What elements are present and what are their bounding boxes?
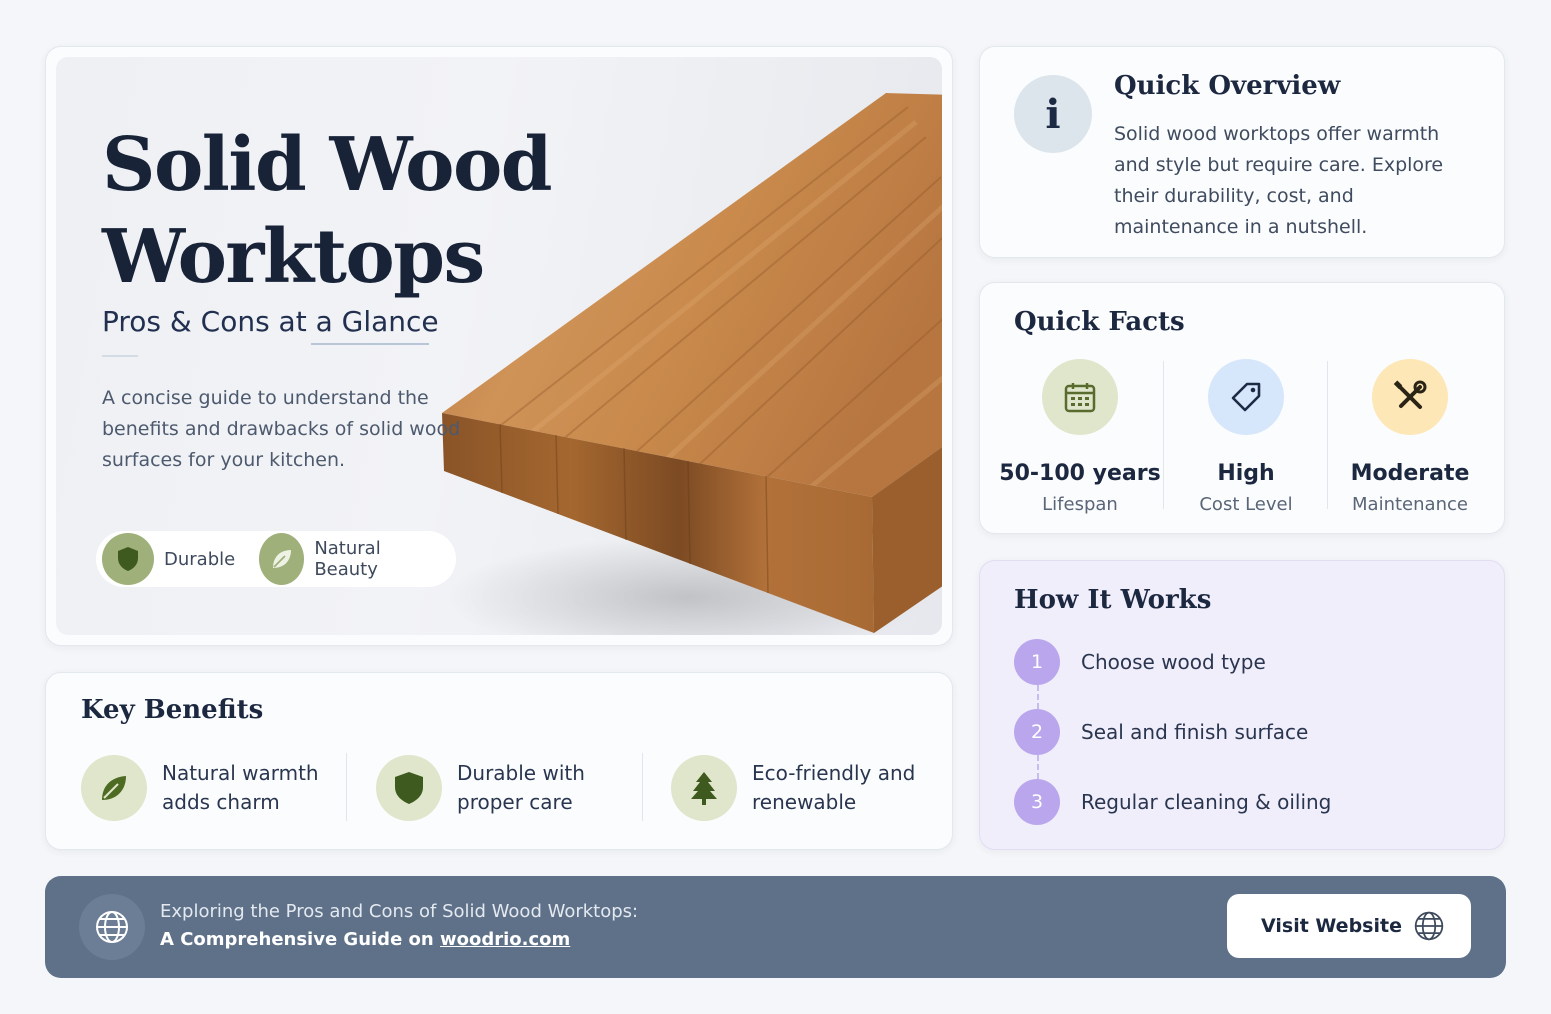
facts-title: Quick Facts (1014, 307, 1185, 337)
hero-title: Solid Wood Worktops (102, 122, 553, 300)
divider (102, 355, 138, 357)
divider (642, 753, 643, 821)
hero-panel: Solid Wood Worktops Pros & Cons at a Gla… (56, 57, 942, 635)
hero-tags: Durable Natural Beauty (96, 531, 456, 587)
step-number: 1 (1014, 639, 1060, 685)
quick-overview-card: i Quick Overview Solid wood worktops off… (979, 46, 1505, 258)
benefit-item: Durable with proper care (376, 755, 627, 821)
fact-value: Moderate (1350, 461, 1470, 486)
benefit-item: Natural warmth adds charm (81, 755, 332, 821)
fact-value: 50-100 years (999, 461, 1161, 486)
fact-caption: Cost Level (1199, 494, 1293, 515)
fact-value: High (1217, 461, 1275, 486)
globe-icon (1413, 910, 1445, 947)
step-connector (1037, 755, 1039, 779)
step-connector (1037, 685, 1039, 709)
tag-label: Durable (164, 548, 236, 570)
footer-banner: Exploring the Pros and Cons of Solid Woo… (45, 876, 1506, 978)
key-benefits-card: Key Benefits Natural warmth adds charm D… (45, 672, 953, 850)
fact-caption: Lifespan (1042, 494, 1118, 515)
overview-text: Solid wood worktops offer warmth and sty… (1114, 123, 1444, 238)
step-number: 3 (1014, 779, 1060, 825)
globe-icon (79, 894, 145, 960)
benefits-title: Key Benefits (81, 695, 264, 725)
hero-description: A concise guide to understand the benefi… (102, 387, 461, 471)
footer-subtext: A Comprehensive Guide on woodrio.com (160, 929, 570, 950)
tag-natural-beauty: Natural Beauty (259, 533, 432, 585)
tag-label: Natural Beauty (314, 538, 381, 580)
subtitle-underline (311, 343, 429, 345)
benefit-text: Eco-friendly and renewable (752, 761, 916, 814)
shield-icon (376, 755, 442, 821)
tag-durable: Durable (102, 533, 235, 585)
fact-cost: High Cost Level (1164, 359, 1328, 515)
footer-link[interactable]: woodrio.com (440, 929, 570, 950)
tools-icon (1372, 359, 1448, 435)
step-2: 2 Seal and finish surface (1014, 709, 1308, 755)
tree-icon (671, 755, 737, 821)
benefit-text: Durable with proper care (457, 761, 585, 814)
step-1: 1 Choose wood type (1014, 639, 1266, 685)
step-text: Seal and finish surface (1081, 720, 1309, 744)
footer-text: Exploring the Pros and Cons of Solid Woo… (160, 901, 639, 922)
divider (346, 753, 347, 821)
fact-maintenance: Moderate Maintenance (1328, 359, 1492, 515)
benefit-item: Eco-friendly and renewable (671, 755, 922, 821)
price-tag-icon (1208, 359, 1284, 435)
how-title: How It Works (1014, 585, 1212, 615)
step-3: 3 Regular cleaning & oiling (1014, 779, 1331, 825)
calendar-icon (1042, 359, 1118, 435)
step-number: 2 (1014, 709, 1060, 755)
hero-subtitle: Pros & Cons at a Glance (102, 305, 439, 338)
leaf-icon (259, 533, 305, 585)
step-text: Regular cleaning & oiling (1081, 790, 1332, 814)
fact-caption: Maintenance (1352, 494, 1468, 515)
hero-card: Solid Wood Worktops Pros & Cons at a Gla… (45, 46, 953, 646)
quick-facts-card: Quick Facts 50-100 years Lifespan High C… (979, 282, 1505, 534)
shield-icon (102, 533, 154, 585)
leaf-icon (81, 755, 147, 821)
info-icon: i (1014, 75, 1092, 153)
how-it-works-card: How It Works 1 Choose wood type 2 Seal a… (979, 560, 1505, 850)
step-text: Choose wood type (1081, 650, 1266, 674)
overview-title: Quick Overview (1114, 71, 1341, 101)
visit-website-button[interactable]: Visit Website (1227, 894, 1471, 958)
footer-prefix: A Comprehensive Guide on (160, 929, 440, 950)
button-label: Visit Website (1261, 915, 1402, 937)
fact-lifespan: 50-100 years Lifespan (998, 359, 1162, 515)
benefit-text: Natural warmth adds charm (162, 761, 319, 814)
